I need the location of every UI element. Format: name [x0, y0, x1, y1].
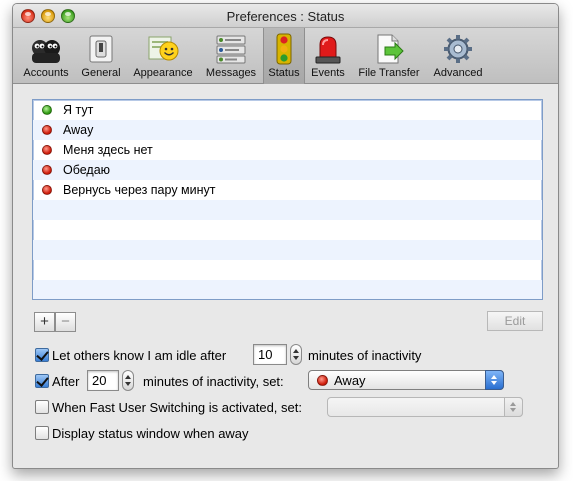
popup-arrows-icon — [504, 397, 523, 417]
status-red-icon — [42, 145, 52, 155]
away-red-icon — [317, 375, 328, 386]
tab-general[interactable]: General — [77, 28, 125, 84]
status-list[interactable]: Я тут Away Меня здесь нет Обедаю Вернусь… — [32, 99, 543, 300]
status-red-icon — [42, 125, 52, 135]
tab-appearance-label: Appearance — [133, 67, 193, 79]
tab-status[interactable]: Status — [263, 28, 305, 84]
tab-accounts[interactable]: Accounts — [17, 28, 75, 84]
display-status-window-label: Display status window when away — [52, 426, 249, 441]
siren-icon — [315, 36, 341, 64]
auto-away-minutes-stepper[interactable] — [122, 370, 134, 391]
display-status-window-checkbox[interactable] — [35, 426, 49, 440]
add-status-button[interactable]: + — [34, 312, 55, 332]
tab-accounts-label: Accounts — [23, 67, 69, 79]
status-pane: Я тут Away Меня здесь нет Обедаю Вернусь… — [13, 85, 558, 468]
empty-row — [33, 220, 542, 240]
popup-arrows-icon — [485, 370, 504, 390]
status-label: Меня здесь нет — [63, 143, 153, 157]
list-item[interactable]: Меня здесь нет — [33, 140, 542, 160]
empty-row — [33, 240, 542, 260]
accounts-icon — [32, 40, 60, 63]
tab-events-label: Events — [311, 67, 345, 79]
list-item[interactable]: Я тут — [33, 100, 542, 120]
tab-file-transfer-label: File Transfer — [358, 67, 420, 79]
idle-suffix-label: minutes of inactivity — [308, 348, 422, 363]
idle-minutes-field[interactable]: 10 — [253, 344, 287, 365]
empty-row — [33, 260, 542, 280]
fast-user-switching-status-popup[interactable] — [327, 397, 523, 417]
title-bar: Preferences : Status — [13, 4, 558, 28]
status-label: Я тут — [63, 103, 94, 117]
file-transfer-icon — [377, 34, 404, 64]
window-title: Preferences : Status — [226, 9, 345, 24]
idle-checkbox[interactable] — [35, 348, 49, 362]
empty-row — [33, 280, 542, 299]
general-switch-icon — [89, 35, 113, 63]
auto-away-mid-label: minutes of inactivity, set: — [143, 374, 284, 389]
traffic-light-icon — [276, 33, 292, 65]
tab-file-transfer[interactable]: File Transfer — [351, 28, 427, 84]
status-label: Обедаю — [63, 163, 111, 177]
tab-messages-label: Messages — [205, 67, 257, 79]
status-label: Away — [63, 123, 94, 137]
status-label: Вернусь через пару минут — [63, 183, 216, 197]
auto-away-checkbox[interactable] — [35, 374, 49, 388]
list-item[interactable]: Обедаю — [33, 160, 542, 180]
tab-advanced[interactable]: Advanced — [429, 28, 487, 84]
list-item[interactable]: Away — [33, 120, 542, 140]
tab-events[interactable]: Events — [307, 28, 349, 84]
status-red-icon — [42, 165, 52, 175]
tab-advanced-label: Advanced — [433, 67, 483, 79]
auto-away-selected-status: Away — [334, 373, 366, 388]
appearance-smiley-icon — [148, 36, 179, 61]
status-red-icon — [42, 185, 52, 195]
auto-away-prefix-label: After — [52, 374, 80, 389]
tab-general-label: General — [81, 67, 121, 79]
preferences-toolbar: Accounts General Appearance Messages Sta… — [13, 28, 558, 84]
empty-row — [33, 200, 542, 220]
auto-away-status-popup[interactable]: Away — [308, 370, 504, 390]
tab-status-label: Status — [268, 67, 300, 79]
fast-user-switching-checkbox[interactable] — [35, 400, 49, 414]
preferences-window: Preferences : Status Accounts General Ap… — [12, 3, 559, 469]
edit-status-button[interactable]: Edit — [487, 311, 543, 331]
idle-label: Let others know I am idle after — [52, 348, 227, 363]
tab-messages[interactable]: Messages — [201, 28, 261, 84]
messages-icon — [216, 35, 246, 64]
fast-user-switching-label: When Fast User Switching is activated, s… — [52, 400, 302, 415]
auto-away-minutes-field[interactable]: 20 — [87, 370, 119, 391]
idle-minutes-stepper[interactable] — [290, 344, 302, 365]
status-green-icon — [42, 105, 52, 115]
tab-appearance[interactable]: Appearance — [127, 28, 199, 84]
list-item[interactable]: Вернусь через пару минут — [33, 180, 542, 200]
gear-icon — [444, 35, 472, 63]
remove-status-button[interactable]: − — [55, 312, 76, 332]
